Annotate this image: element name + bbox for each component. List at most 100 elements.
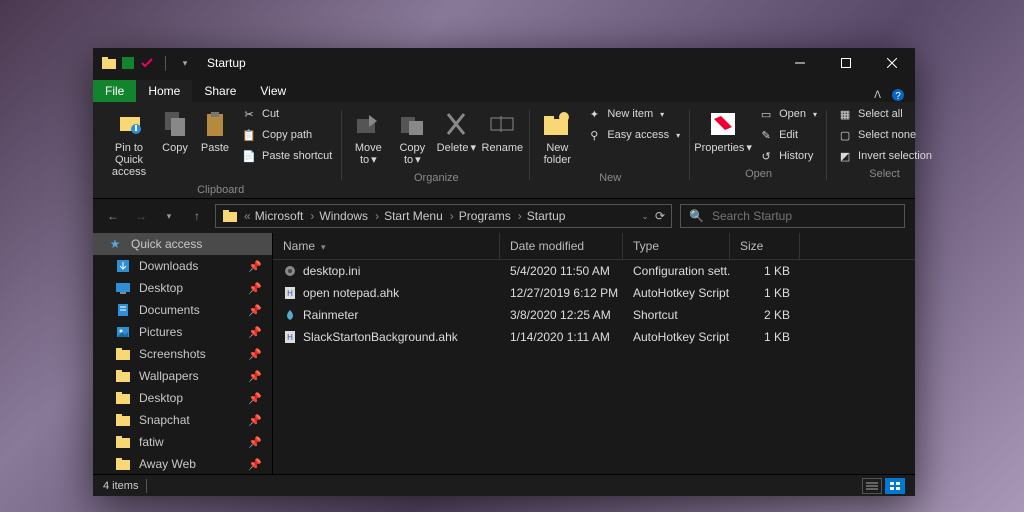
cut-button[interactable]: ✂Cut xyxy=(237,104,336,124)
copy-to-button[interactable]: Copy to▾ xyxy=(392,104,432,170)
col-name[interactable]: Name xyxy=(273,233,500,259)
ribbon-collapse-icon[interactable]: ᐱ xyxy=(874,90,881,101)
qat-save-icon[interactable] xyxy=(120,55,136,71)
copyto-icon xyxy=(396,108,428,140)
easy-access-button[interactable]: ⚲Easy access▾ xyxy=(582,125,684,145)
folder-icon xyxy=(115,456,131,472)
new-folder-button[interactable]: New folder xyxy=(536,104,578,170)
tab-view[interactable]: View xyxy=(248,80,298,102)
crumb[interactable]: Start Menu xyxy=(384,209,443,223)
sidebar-quick-access[interactable]: ★ Quick access xyxy=(93,233,272,255)
sidebar-item[interactable]: Downloads 📌 xyxy=(93,255,272,277)
properties-button[interactable]: Properties▾ xyxy=(696,104,750,158)
move-to-button[interactable]: Move to▾ xyxy=(348,104,388,170)
pin-icon: 📌 xyxy=(248,370,262,383)
col-date[interactable]: Date modified xyxy=(500,233,623,259)
delete-button[interactable]: Delete▾ xyxy=(436,104,476,158)
sidebar-item-label: Screenshots xyxy=(139,347,206,361)
desk-icon xyxy=(115,280,131,296)
file-size: 1 KB xyxy=(730,284,800,302)
svg-text:?: ? xyxy=(895,91,901,102)
tab-share[interactable]: Share xyxy=(192,80,248,102)
refresh-button[interactable]: ⟳ xyxy=(655,209,665,223)
table-row[interactable]: Hopen notepad.ahk12/27/2019 6:12 PMAutoH… xyxy=(273,282,915,304)
moveto-icon xyxy=(352,108,384,140)
file-list: desktop.ini5/4/2020 11:50 AMConfiguratio… xyxy=(273,260,915,474)
edit-button[interactable]: ✎Edit xyxy=(754,125,821,145)
file-name: Rainmeter xyxy=(303,308,358,322)
breadcrumb[interactable]: « Microsoft› Windows› Start Menu› Progra… xyxy=(215,204,672,228)
qat-divider: │ xyxy=(158,55,174,71)
paste-shortcut-button[interactable]: 📄Paste shortcut xyxy=(237,146,336,166)
tab-file[interactable]: File xyxy=(93,80,136,102)
rename-button[interactable]: Rename xyxy=(480,104,524,158)
copy-button[interactable]: Copy xyxy=(157,104,193,158)
sidebar-item-label: Desktop xyxy=(139,391,183,405)
new-item-button[interactable]: ✦New item▾ xyxy=(582,104,684,124)
sidebar-item[interactable]: Desktop📌 xyxy=(93,387,272,409)
file-icon: H xyxy=(283,330,297,344)
crumb[interactable]: Startup xyxy=(527,209,566,223)
forward-button[interactable]: → xyxy=(131,206,151,226)
maximize-button[interactable] xyxy=(823,48,869,78)
pin-icon: 📌 xyxy=(248,436,262,449)
pin-icon: 📌 xyxy=(248,260,262,273)
back-button[interactable]: ← xyxy=(103,206,123,226)
recent-dropdown[interactable]: ▾ xyxy=(159,206,179,226)
sidebar-item[interactable]: Screenshots 📌 xyxy=(93,343,272,365)
qat-dropdown-icon[interactable]: ▾ xyxy=(177,55,193,71)
col-size[interactable]: Size xyxy=(730,233,800,259)
col-type[interactable]: Type xyxy=(623,233,730,259)
group-label-new: New xyxy=(599,170,621,186)
search-input[interactable] xyxy=(712,209,896,223)
delete-icon xyxy=(440,108,472,140)
breadcrumb-dropdown-icon[interactable]: ⌄ xyxy=(641,211,649,222)
help-icon[interactable]: ? xyxy=(891,88,905,102)
open-button[interactable]: ▭Open▾ xyxy=(754,104,821,124)
file-date: 12/27/2019 6:12 PM xyxy=(500,284,623,302)
table-row[interactable]: HSlackStartonBackground.ahk1/14/2020 1:1… xyxy=(273,326,915,348)
select-none-icon: ▢ xyxy=(837,127,853,143)
table-row[interactable]: desktop.ini5/4/2020 11:50 AMConfiguratio… xyxy=(273,260,915,282)
sidebar-item-label: Snapchat xyxy=(139,413,190,427)
folder-icon xyxy=(115,390,131,406)
crumb[interactable]: Microsoft xyxy=(255,209,304,223)
tab-home[interactable]: Home xyxy=(136,80,192,102)
sidebar-item[interactable]: Wallpapers📌 xyxy=(93,365,272,387)
select-all-button[interactable]: ▦Select all xyxy=(833,104,936,124)
sidebar-item[interactable]: fatiw📌 xyxy=(93,431,272,453)
sidebar-item[interactable]: Desktop📌 xyxy=(93,277,272,299)
pin-icon: 📌 xyxy=(248,414,262,427)
group-label-open: Open xyxy=(745,166,772,182)
file-name: open notepad.ahk xyxy=(303,286,399,300)
file-pane: Name Date modified Type Size desktop.ini… xyxy=(273,233,915,474)
sidebar-item[interactable]: Away Web📌 xyxy=(93,453,272,474)
icons-view-button[interactable] xyxy=(885,478,905,494)
group-new: New folder ✦New item▾ ⚲Easy access▾ New xyxy=(530,104,690,198)
pin-icon: 📌 xyxy=(248,348,262,361)
select-none-button[interactable]: ▢Select none xyxy=(833,125,936,145)
table-row[interactable]: Rainmeter3/8/2020 12:25 AMShortcut2 KB xyxy=(273,304,915,326)
up-button[interactable]: ↑ xyxy=(187,206,207,226)
sidebar-item[interactable]: Documents📌 xyxy=(93,299,272,321)
copy-path-button[interactable]: 📋Copy path xyxy=(237,125,336,145)
invert-selection-button[interactable]: ◩Invert selection xyxy=(833,146,936,166)
searchbox[interactable]: 🔍 xyxy=(680,204,905,228)
minimize-button[interactable] xyxy=(777,48,823,78)
history-button[interactable]: ↺History xyxy=(754,146,821,166)
crumb[interactable]: Programs xyxy=(459,209,511,223)
new-folder-icon xyxy=(541,108,573,140)
quick-access-toolbar: │ ▾ xyxy=(93,55,193,71)
sidebar-item-label: Downloads xyxy=(139,259,198,273)
pin-quick-access-button[interactable]: Pin to Quick access xyxy=(105,104,153,182)
search-icon: 🔍 xyxy=(689,209,704,223)
close-button[interactable] xyxy=(869,48,915,78)
crumb[interactable]: Windows xyxy=(319,209,368,223)
star-icon: ★ xyxy=(107,236,123,252)
qat-check-icon[interactable] xyxy=(139,55,155,71)
sidebar-item[interactable]: Snapchat 📌 xyxy=(93,409,272,431)
sidebar-item[interactable]: Pictures📌 xyxy=(93,321,272,343)
details-view-button[interactable] xyxy=(862,478,882,494)
group-organize: Move to▾ Copy to▾ Delete▾ Rename Organiz… xyxy=(342,104,530,198)
paste-button[interactable]: Paste xyxy=(197,104,233,158)
